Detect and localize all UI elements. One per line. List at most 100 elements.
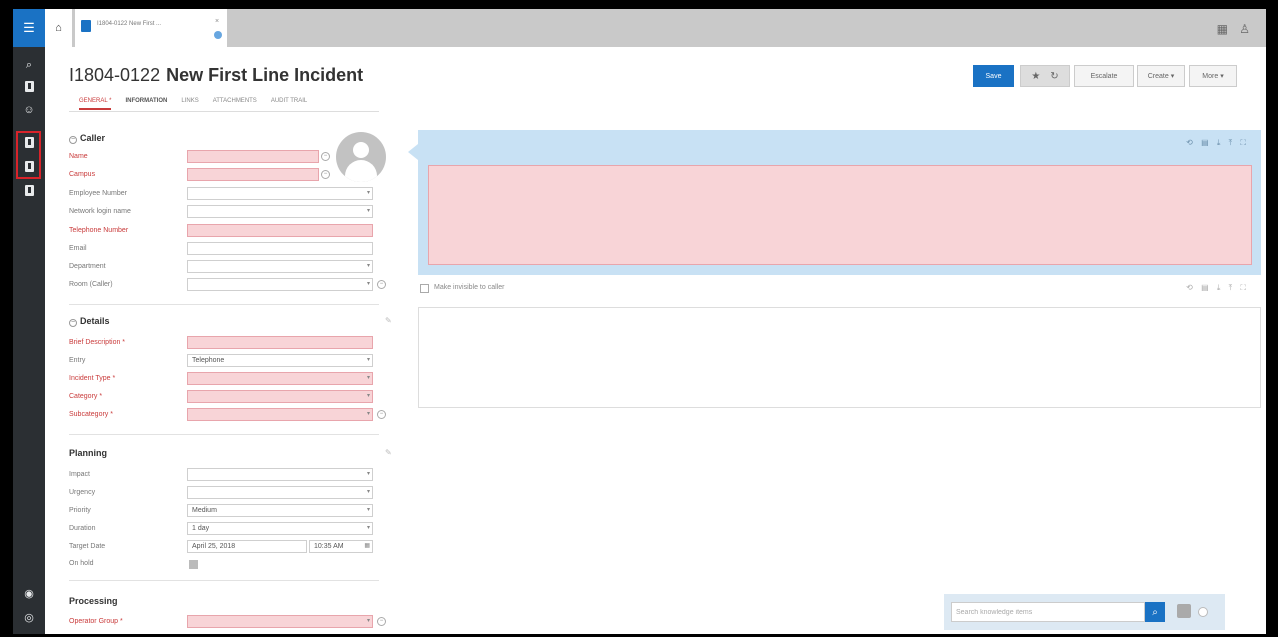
subcategory-field[interactable]: ▾: [187, 408, 373, 421]
logout-icon[interactable]: ◎: [13, 607, 45, 627]
name-field[interactable]: [187, 150, 319, 163]
knowledge-search-input[interactable]: [951, 602, 1145, 622]
brief-description-field[interactable]: [187, 336, 373, 349]
chevron-down-icon: ▾: [366, 357, 370, 363]
operator-icon[interactable]: [13, 180, 45, 200]
duration-field[interactable]: 1 day ▾: [187, 522, 373, 535]
create-label: Create: [1147, 72, 1169, 80]
edit-icon[interactable]: ✎: [385, 316, 392, 325]
room-caller-field[interactable]: ▾: [187, 278, 373, 291]
category-label: Category *: [69, 393, 103, 400]
new-item-icon[interactable]: [13, 76, 45, 96]
user-profile-icon[interactable]: ▦ ♙: [1217, 22, 1254, 36]
search-icon[interactable]: ⌕: [1145, 602, 1165, 622]
incident-type-field[interactable]: ▾: [187, 372, 373, 385]
priority-field[interactable]: Medium ▾: [187, 504, 373, 517]
open-record-tab[interactable]: I1804-0122 New First ... ×: [75, 9, 227, 47]
visibility-row: Make invisible to caller ⟲ ▤ ⤓ ⤒ ⛶: [418, 282, 1261, 296]
email-field[interactable]: [187, 242, 373, 255]
caller-section-header[interactable]: − Caller: [69, 133, 105, 144]
caller-section-title: Caller: [80, 133, 106, 143]
collapse-icon[interactable]: −: [69, 319, 77, 327]
telephone-field[interactable]: [187, 224, 373, 237]
save-button[interactable]: Save: [973, 65, 1014, 87]
chevron-down-icon: ▾: [366, 281, 370, 287]
chevron-down-icon: ▾: [366, 525, 370, 531]
tab-status-icon: [214, 31, 222, 39]
chevron-down-icon: ▾: [366, 263, 370, 269]
chevron-down-icon: ▾: [366, 618, 370, 624]
chevron-down-icon: ▾: [366, 489, 370, 495]
search-icon[interactable]: ⌕: [13, 55, 45, 75]
refresh-icon[interactable]: ↻: [1050, 71, 1058, 82]
subcategory-label: Subcategory *: [69, 411, 113, 418]
section-divider: [69, 580, 379, 581]
operator-group-field[interactable]: ▾: [187, 615, 373, 628]
employee-number-label: Employee Number: [69, 190, 127, 197]
lookup-icon[interactable]: −: [321, 170, 330, 179]
category-field[interactable]: ▾: [187, 390, 373, 403]
action-textarea[interactable]: [418, 307, 1261, 408]
make-invisible-checkbox[interactable]: [420, 284, 429, 293]
chevron-down-icon: ▾: [366, 393, 370, 399]
tab-attachments[interactable]: ATTACHMENTS: [213, 98, 257, 110]
record-tabs: GENERAL * INFORMATION LINKS ATTACHMENTS …: [79, 98, 321, 110]
room-caller-label: Room (Caller): [69, 281, 113, 288]
tabs-divider: [69, 111, 379, 112]
campus-field[interactable]: [187, 168, 319, 181]
editor-toolbar[interactable]: ⟲ ▤ ⤓ ⤒ ⛶: [1186, 138, 1249, 148]
processing-section-header[interactable]: Processing: [69, 596, 118, 606]
person-icon[interactable]: ☺: [13, 100, 45, 120]
brief-description-label: Brief Description *: [69, 339, 126, 346]
duration-label: Duration: [69, 525, 96, 532]
tab-links[interactable]: LINKS: [181, 98, 198, 110]
more-button[interactable]: More ▾: [1189, 65, 1237, 87]
tab-information[interactable]: INFORMATION: [125, 98, 167, 110]
menu-icon[interactable]: ☰: [13, 9, 45, 47]
details-section-title: Details: [80, 316, 110, 326]
target-time-field[interactable]: 10:35 AM ▦: [309, 540, 373, 553]
settings-icon[interactable]: ◉: [13, 583, 45, 603]
tab-audit-trail[interactable]: AUDIT TRAIL: [271, 98, 307, 110]
chevron-down-icon: ▾: [1170, 73, 1175, 80]
chevron-down-icon: ▾: [366, 411, 370, 417]
star-icon[interactable]: ★: [1031, 71, 1040, 82]
page-title: I1804-0122 New First Line Incident: [69, 65, 363, 86]
target-date-field[interactable]: April 25, 2018: [187, 540, 307, 553]
escalate-button[interactable]: Escalate: [1074, 65, 1134, 87]
home-icon[interactable]: ⌂: [45, 9, 72, 47]
chevron-down-icon: ▾: [366, 471, 370, 477]
employee-number-field[interactable]: ▾: [187, 187, 373, 200]
calendar-icon: ▦: [364, 543, 370, 549]
lookup-icon[interactable]: −: [377, 280, 386, 289]
planning-section-header[interactable]: Planning: [69, 448, 107, 458]
record-actions-group: ★ ↻: [1020, 65, 1070, 87]
network-login-field[interactable]: ▾: [187, 205, 373, 218]
request-textarea[interactable]: [428, 165, 1252, 265]
edit-icon[interactable]: ✎: [385, 448, 392, 457]
entry-field[interactable]: Telephone ▾: [187, 354, 373, 367]
create-button[interactable]: Create ▾: [1137, 65, 1185, 87]
editor-toolbar[interactable]: ⟲ ▤ ⤓ ⤒ ⛶: [1186, 283, 1249, 293]
selection-highlight: [16, 131, 41, 179]
email-label: Email: [69, 245, 87, 252]
expand-icon[interactable]: [1177, 604, 1191, 618]
urgency-field[interactable]: ▾: [187, 486, 373, 499]
lookup-icon[interactable]: −: [321, 152, 330, 161]
priority-label: Priority: [69, 507, 91, 514]
chevron-down-icon: ▾: [366, 507, 370, 513]
lookup-icon[interactable]: −: [377, 617, 386, 626]
tab-close-icon[interactable]: ×: [215, 18, 219, 25]
on-hold-checkbox[interactable]: [189, 560, 198, 569]
tab-general[interactable]: GENERAL *: [79, 98, 112, 110]
impact-field[interactable]: ▾: [187, 468, 373, 481]
details-section-header[interactable]: − Details: [69, 316, 110, 327]
lookup-icon[interactable]: −: [377, 410, 386, 419]
telephone-label: Telephone Number: [69, 227, 129, 234]
section-divider: [69, 434, 379, 435]
campus-label: Campus: [69, 171, 96, 178]
caller-avatar[interactable]: [336, 132, 386, 182]
options-icon[interactable]: [1198, 607, 1208, 617]
collapse-icon[interactable]: −: [69, 136, 77, 144]
department-field[interactable]: ▾: [187, 260, 373, 273]
